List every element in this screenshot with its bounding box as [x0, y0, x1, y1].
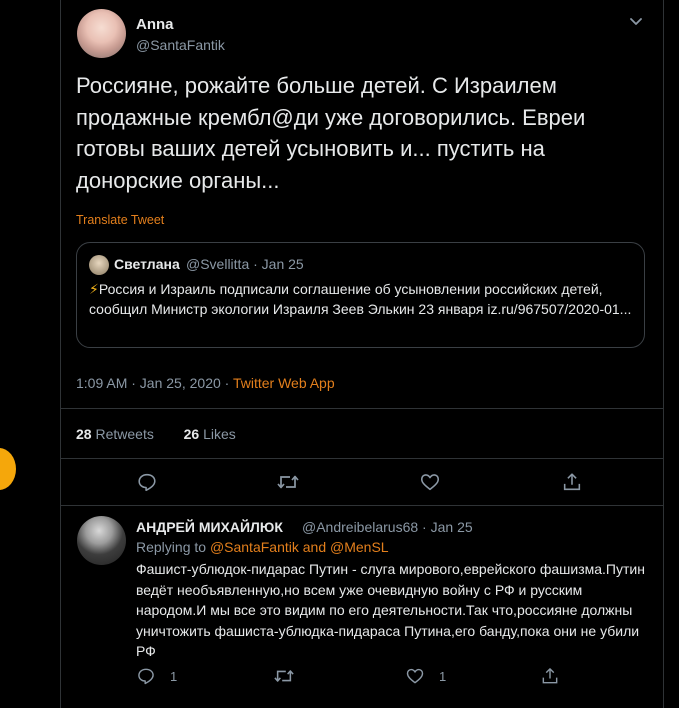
retweets-label: Retweets	[95, 426, 154, 442]
reply-retweet-button[interactable]	[273, 666, 295, 686]
reply-author-name[interactable]: АНДРЕЙ МИХАЙЛЮК	[136, 519, 283, 535]
author-name[interactable]: Anna	[136, 16, 174, 33]
likes-count: 26	[183, 426, 200, 442]
reply-tweet[interactable]: АНДРЕЙ МИХАЙЛЮК @Andreibelarus68 · Jan 2…	[61, 506, 663, 708]
tweet-meta: 1:09 AM · Jan 25, 2020 · Twitter Web App	[76, 375, 335, 391]
reply-icon[interactable]	[135, 470, 159, 494]
retweets-count: 28	[76, 426, 92, 442]
divider	[61, 408, 663, 409]
side-nav-dot[interactable]	[0, 448, 16, 490]
author-avatar[interactable]	[77, 9, 126, 58]
reply-share-button[interactable]	[540, 666, 560, 686]
reply-icon[interactable]	[136, 666, 156, 686]
author-handle[interactable]: @SantaFantik	[136, 37, 225, 53]
likes-label: Likes	[203, 426, 236, 442]
heart-icon[interactable]	[418, 470, 442, 494]
tweet-source-app[interactable]: Twitter Web App	[233, 375, 335, 391]
reply-text: Фашист-ублюдок-пидарас Путин - слуга мир…	[136, 561, 645, 659]
quoted-text: Россия и Израиль подписали соглашение об…	[89, 281, 632, 317]
retweets-stat[interactable]: 28 Retweets	[76, 426, 154, 442]
translate-tweet-link[interactable]: Translate Tweet	[76, 213, 164, 227]
replying-mentions[interactable]: @SantaFantik and @MenSL	[210, 539, 389, 555]
lightning-icon: ⚡	[89, 281, 99, 297]
heart-icon[interactable]	[405, 666, 425, 686]
replying-to: Replying to @SantaFantik and @MenSL	[136, 539, 389, 555]
quoted-author-name: Светлана	[114, 256, 180, 272]
reply-author-avatar[interactable]	[77, 516, 126, 565]
reply-reply-button[interactable]: 1	[136, 666, 177, 686]
likes-stat[interactable]: 26 Likes	[184, 426, 236, 442]
tweet-action-bar	[61, 470, 663, 500]
tweet-column: Anna @SantaFantik Россияне, рожайте боль…	[60, 0, 664, 708]
retweet-icon[interactable]	[273, 666, 295, 686]
tweet-text: Россияне, рожайте больше детей. С Израил…	[76, 73, 586, 193]
quoted-text-block: ⚡Россия и Израиль подписали соглашение о…	[89, 279, 634, 319]
share-icon[interactable]	[540, 666, 560, 686]
like-count: 1	[439, 668, 447, 684]
quoted-author-meta: @Svellitta · Jan 25	[186, 256, 304, 272]
tweet-timestamp[interactable]: 1:09 AM · Jan 25, 2020 ·	[76, 375, 233, 391]
reply-count: 1	[170, 668, 178, 684]
quoted-tweet[interactable]: Светлана @Svellitta · Jan 25 ⚡Россия и И…	[76, 242, 645, 348]
reply-action-bar: 1 1	[136, 666, 636, 690]
retweet-icon[interactable]	[276, 470, 300, 494]
tweet-stats: 28 Retweets 26 Likes	[76, 426, 236, 442]
reply-like-button[interactable]: 1	[405, 666, 446, 686]
reply-author-meta[interactable]: @Andreibelarus68 · Jan 25	[302, 519, 473, 535]
divider	[61, 458, 663, 459]
chevron-down-icon[interactable]	[627, 12, 645, 30]
quoted-author-avatar	[89, 255, 109, 275]
replying-prefix: Replying to	[136, 539, 210, 555]
share-icon[interactable]	[560, 470, 584, 494]
